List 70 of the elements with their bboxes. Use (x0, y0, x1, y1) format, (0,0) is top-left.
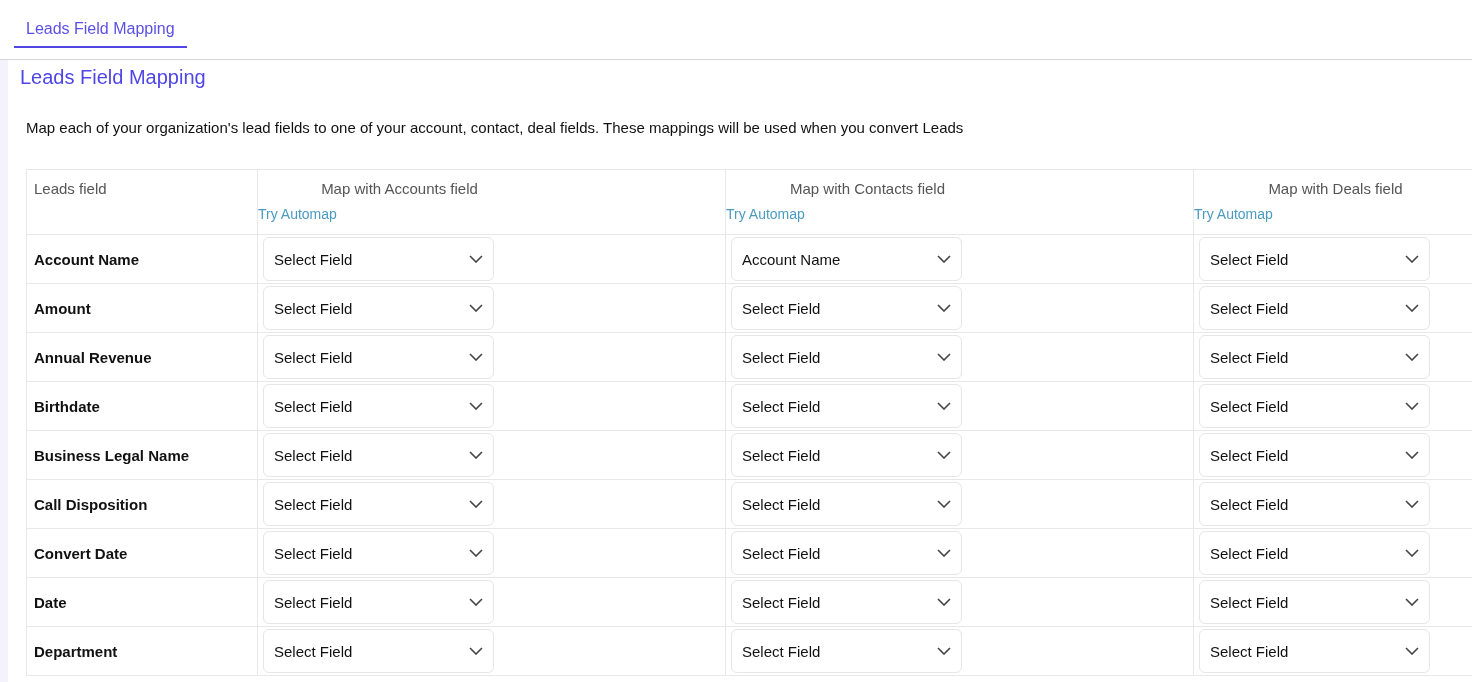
select-field[interactable]: Select Field (1199, 286, 1430, 330)
chevron-down-icon (937, 500, 951, 508)
lead-field-name: Birthdate (34, 397, 100, 415)
select-field[interactable]: Select Field (263, 482, 494, 526)
lead-field-name: Convert Date (34, 544, 128, 562)
chevron-down-icon (469, 598, 483, 606)
chevron-down-icon (937, 598, 951, 606)
column-header: Leads field (34, 180, 107, 197)
chevron-down-icon (937, 549, 951, 557)
chevron-down-icon (469, 451, 483, 459)
select-field[interactable]: Select Field (1199, 580, 1430, 624)
select-field[interactable]: Select Field (1199, 384, 1430, 428)
column-header: Map with Accounts field (321, 180, 478, 197)
select-field[interactable]: Select Field (263, 629, 494, 673)
chevron-down-icon (937, 353, 951, 361)
chevron-down-icon (1405, 451, 1419, 459)
select-field[interactable]: Select Field (263, 433, 494, 477)
chevron-down-icon (1405, 647, 1419, 655)
chevron-down-icon (937, 402, 951, 410)
select-field[interactable]: Select Field (731, 384, 962, 428)
select-field[interactable]: Select Field (731, 335, 962, 379)
column-header: Map with Contacts field (789, 180, 946, 197)
chevron-down-icon (469, 255, 483, 263)
select-field[interactable]: Select Field (1199, 531, 1430, 575)
select-field[interactable]: Select Field (1199, 629, 1430, 673)
select-field[interactable]: Select Field (1199, 482, 1430, 526)
select-field[interactable]: Select Field (731, 286, 962, 330)
select-field[interactable]: Select Field (1199, 237, 1430, 281)
select-field[interactable]: Select Field (731, 629, 962, 673)
select-field[interactable]: Select Field (263, 286, 494, 330)
lead-field-name: Date (34, 593, 67, 611)
lead-field-name: Annual Revenue (34, 348, 152, 366)
select-field[interactable]: Select Field (731, 580, 962, 624)
chevron-down-icon (937, 647, 951, 655)
chevron-down-icon (469, 549, 483, 557)
chevron-down-icon (937, 304, 951, 312)
select-field[interactable]: Select Field (263, 335, 494, 379)
chevron-down-icon (469, 647, 483, 655)
lead-field-name: Account Name (34, 250, 140, 268)
lead-field-name: Call Disposition (34, 495, 148, 513)
chevron-down-icon (1405, 255, 1419, 263)
chevron-down-icon (1405, 549, 1419, 557)
select-field[interactable]: Select Field (1199, 433, 1430, 477)
chevron-down-icon (1405, 500, 1419, 508)
chevron-down-icon (469, 402, 483, 410)
tab[interactable]: Leads Field Mapping (14, 0, 187, 48)
chevron-down-icon (937, 451, 951, 459)
chevron-down-icon (1405, 304, 1419, 312)
select-field[interactable]: Select Field (731, 482, 962, 526)
select-field[interactable]: Account Name (731, 237, 962, 281)
chevron-down-icon (937, 255, 951, 263)
select-field[interactable]: Select Field (263, 237, 494, 281)
select-field[interactable]: Select Field (731, 531, 962, 575)
chevron-down-icon (1405, 402, 1419, 410)
chevron-down-icon (469, 500, 483, 508)
chevron-down-icon (1405, 598, 1419, 606)
select-field[interactable]: Select Field (263, 580, 494, 624)
chevron-down-icon (469, 353, 483, 361)
select-field[interactable]: Select Field (731, 433, 962, 477)
select-field[interactable]: Select Field (263, 531, 494, 575)
select-field[interactable]: Select Field (263, 384, 494, 428)
lead-field-name: Business Legal Name (34, 446, 190, 464)
lead-field-name: Amount (34, 299, 91, 317)
select-field[interactable]: Select Field (1199, 335, 1430, 379)
column-header: Map with Deals field (1268, 180, 1403, 197)
page-title: Leads Field Mapping (19, 65, 207, 89)
chevron-down-icon (1405, 353, 1419, 361)
lead-field-name: Department (34, 642, 118, 660)
description-text: Map each of your organization's lead fields to one of your account, contact, deal fields. These mappings will be used when you convert Leads (25, 118, 965, 136)
chevron-down-icon (469, 304, 483, 312)
